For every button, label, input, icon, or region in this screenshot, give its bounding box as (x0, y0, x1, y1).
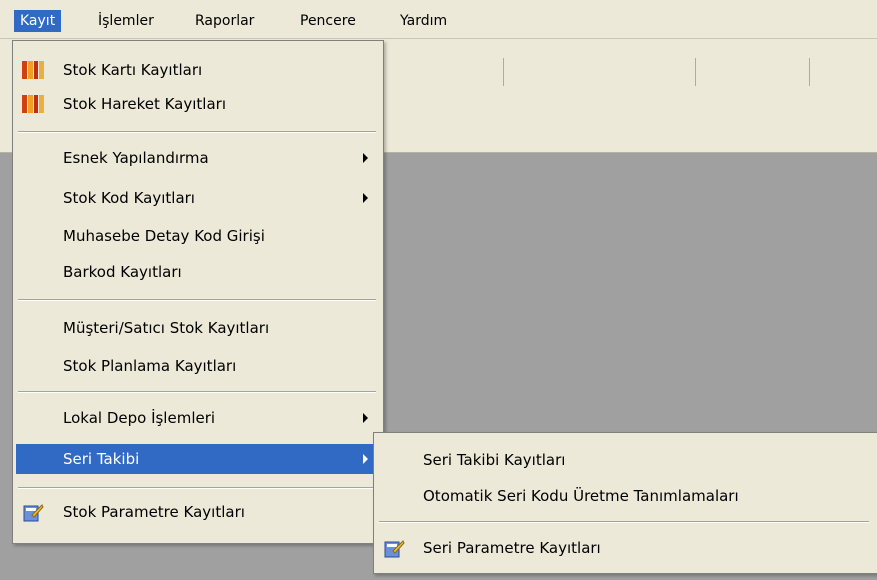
menu-item-label: Muhasebe Detay Kod Girişi (63, 227, 265, 245)
menu-item-stok-hareket[interactable]: Stok Hareket Kayıtları (16, 89, 378, 119)
menu-item-label: Stok Kod Kayıtları (63, 189, 195, 207)
books-icon (22, 61, 44, 79)
menu-separator (18, 487, 376, 489)
menu-separator (18, 391, 376, 393)
menu-raporlar[interactable]: Raporlar (189, 10, 260, 32)
menu-item-label: Esnek Yapılandırma (63, 149, 209, 167)
wizard-icon (22, 503, 44, 522)
submenu-arrow-icon (363, 193, 368, 203)
menu-item-label: Müşteri/Satıcı Stok Kayıtları (63, 319, 270, 337)
menu-item-label: Barkod Kayıtları (63, 263, 182, 281)
menu-item-seri-takibi[interactable]: Seri Takibi (16, 444, 378, 474)
menu-yardim[interactable]: Yardım (394, 10, 453, 32)
submenu-item-seri-takibi-kayitlari[interactable]: Seri Takibi Kayıtları (377, 445, 872, 475)
submenu-item-seri-parametre[interactable]: Seri Parametre Kayıtları (377, 533, 872, 563)
menu-item-stok-planlama[interactable]: Stok Planlama Kayıtları (16, 351, 378, 381)
menu-item-stok-parametre[interactable]: Stok Parametre Kayıtları (16, 497, 378, 527)
menu-item-label: Seri Takibi (63, 450, 140, 468)
books-icon (22, 95, 44, 113)
menu-kayit[interactable]: Kayıt (14, 10, 62, 32)
submenu-arrow-icon (363, 454, 368, 464)
kayit-dropdown-menu: Stok Kartı Kayıtları Stok Hareket Kayıtl… (12, 40, 384, 544)
menu-islemler[interactable]: İşlemler (92, 10, 160, 32)
menu-item-label: Stok Planlama Kayıtları (63, 357, 237, 375)
menu-item-label: Stok Parametre Kayıtları (63, 503, 245, 521)
menu-item-label: Lokal Depo İşlemleri (63, 409, 216, 427)
seri-takibi-submenu: Seri Takibi Kayıtları Otomatik Seri Kodu… (373, 432, 877, 574)
menu-separator (379, 521, 869, 523)
menu-item-label: Seri Parametre Kayıtları (423, 539, 601, 557)
menu-item-stok-karti[interactable]: Stok Kartı Kayıtları (16, 55, 378, 85)
submenu-arrow-icon (363, 153, 368, 163)
menu-bar: Kayıt İşlemler Raporlar Pencere Yardım (0, 0, 877, 39)
menu-separator (18, 131, 376, 133)
menu-item-stok-kod[interactable]: Stok Kod Kayıtları (16, 183, 378, 213)
menu-item-label: Seri Takibi Kayıtları (423, 451, 566, 469)
menu-item-musteri-satici[interactable]: Müşteri/Satıcı Stok Kayıtları (16, 313, 378, 343)
menu-separator (18, 299, 376, 301)
menu-pencere[interactable]: Pencere (294, 10, 362, 32)
menu-item-label: Stok Hareket Kayıtları (63, 95, 226, 113)
menu-item-label: Stok Kartı Kayıtları (63, 61, 203, 79)
menu-item-esnek-yapilandirma[interactable]: Esnek Yapılandırma (16, 143, 378, 173)
menu-item-barkod[interactable]: Barkod Kayıtları (16, 257, 378, 287)
wizard-icon (383, 539, 405, 558)
menu-item-label: Otomatik Seri Kodu Üretme Tanımlamaları (423, 487, 739, 505)
menu-item-muhasebe-detay[interactable]: Muhasebe Detay Kod Girişi (16, 221, 378, 251)
submenu-arrow-icon (363, 413, 368, 423)
menu-item-lokal-depo[interactable]: Lokal Depo İşlemleri (16, 403, 378, 433)
submenu-item-otomatik-seri-kodu[interactable]: Otomatik Seri Kodu Üretme Tanımlamaları (377, 481, 872, 511)
